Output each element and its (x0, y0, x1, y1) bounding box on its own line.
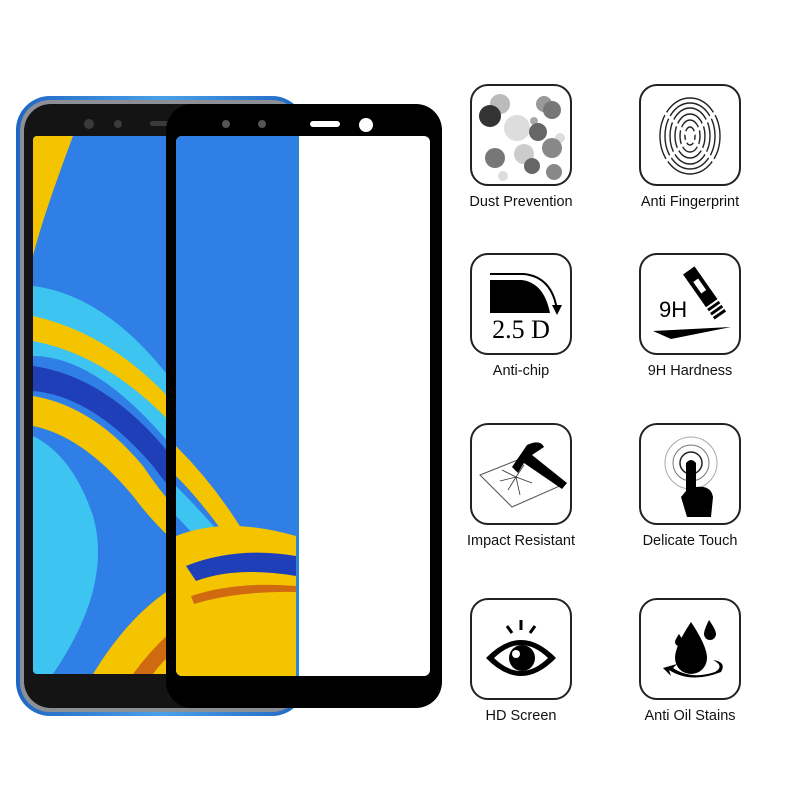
touch-finger-icon (639, 423, 741, 525)
icon-text-2-5d: 2.5 D (492, 315, 550, 344)
feature-label: Anti Oil Stains (644, 708, 736, 724)
feature-label: Delicate Touch (642, 533, 738, 549)
feature-anti-fingerprint: Anti Fingerprint (615, 84, 765, 210)
camera-cutout-icon (222, 120, 230, 128)
feature-impact-resistant: Impact Resistant (446, 423, 596, 549)
fingerprint-icon (639, 84, 741, 186)
earpiece-cutout (310, 121, 340, 127)
feature-delicate-touch: Delicate Touch (615, 423, 765, 549)
feature-label: Anti Fingerprint (640, 194, 740, 210)
feature-label: Anti-chip (492, 363, 550, 379)
hammer-glass-icon (470, 423, 572, 525)
phone-edge-through-glass (296, 136, 299, 676)
icon-text-9h: 9H (659, 297, 688, 322)
feature-label: Dust Prevention (469, 194, 573, 210)
feature-anti-oil-stains: Anti Oil Stains (615, 598, 765, 724)
scraper-blade-icon: 9H (639, 253, 741, 355)
front-camera-icon (84, 119, 94, 129)
oil-drop-icon (639, 598, 741, 700)
feature-anti-chip: 2.5 D Anti-chip (446, 253, 596, 379)
feature-dust-prevention: Dust Prevention (446, 84, 596, 210)
feature-label: HD Screen (485, 708, 557, 724)
sensor-icon (114, 120, 122, 128)
feature-9h-hardness: 9H 9H Hardness (615, 253, 765, 379)
sensor-cutout-icon (258, 120, 266, 128)
visible-wallpaper-through-glass (176, 136, 296, 676)
camera-cutout-icon (359, 118, 373, 132)
eye-icon (470, 598, 572, 700)
wallpaper-art-partial (176, 136, 296, 676)
dust-circles-icon (470, 84, 572, 186)
curved-edge-icon: 2.5 D (470, 253, 572, 355)
feature-label: 9H Hardness (647, 363, 733, 379)
feature-hd-screen: HD Screen (446, 598, 596, 724)
feature-label: Impact Resistant (467, 533, 575, 549)
screen-protector-clear-area (176, 136, 430, 676)
